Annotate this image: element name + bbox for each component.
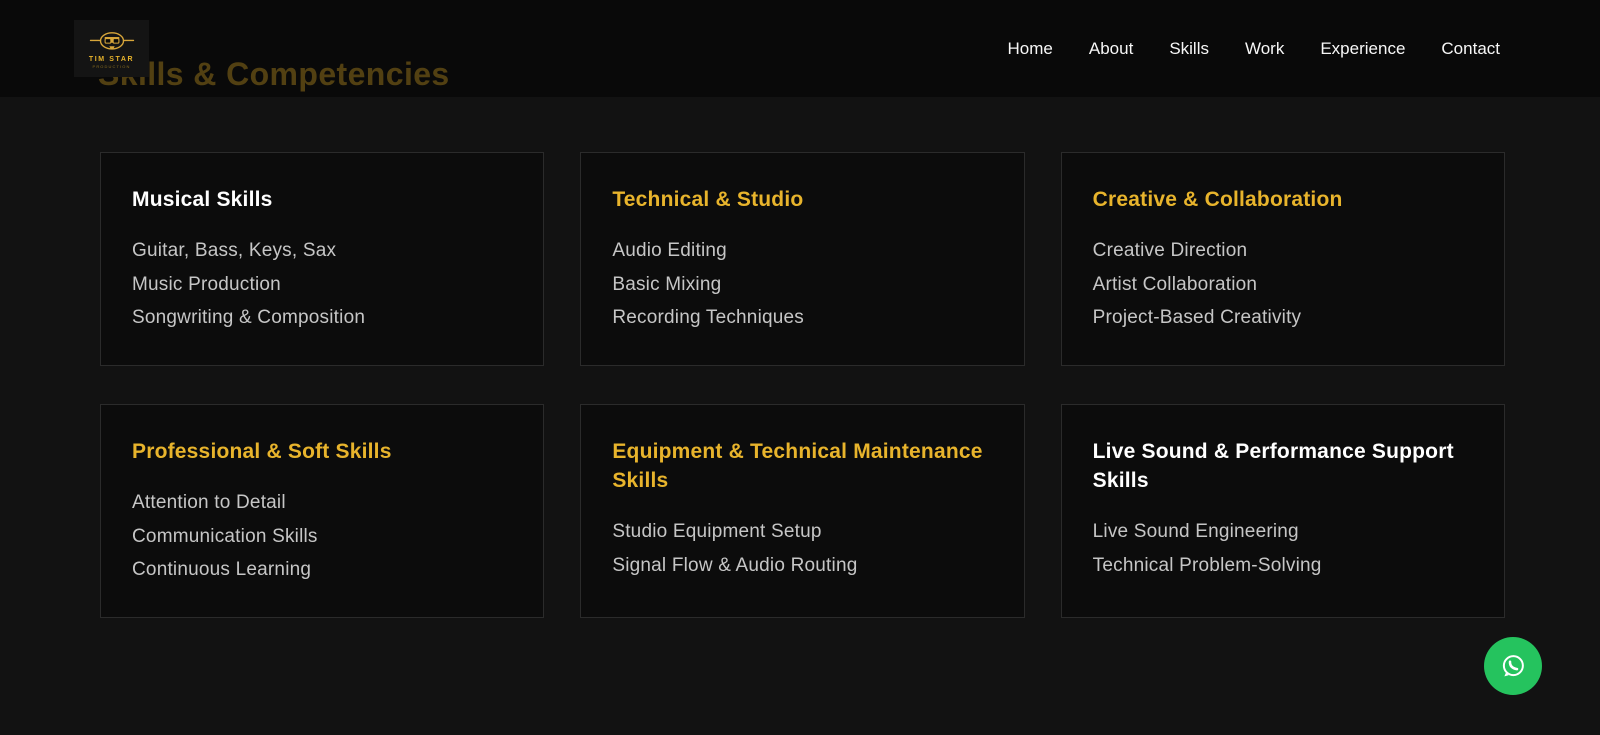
- skill-card: Professional & Soft Skills Attention to D…: [100, 404, 544, 618]
- nav-item-about[interactable]: About: [1089, 39, 1133, 59]
- skill-item: Recording Techniques: [612, 301, 993, 335]
- skill-card: Technical & Studio Audio EditingBasic Mix…: [580, 152, 1024, 366]
- site-header: TIM STAR PRODUCTION Home About Skills Work E…: [0, 0, 1600, 97]
- skill-item: Communication Skills: [132, 520, 513, 554]
- nav-item-home[interactable]: Home: [1008, 39, 1053, 59]
- nav-item-contact[interactable]: Contact: [1441, 39, 1500, 59]
- skill-card-title: Live Sound & Performance Support Skills: [1093, 437, 1474, 495]
- skill-card-title: Technical & Studio: [612, 185, 993, 214]
- skill-card-items: Studio Equipment SetupSignal Flow & Audi…: [612, 515, 993, 582]
- skill-item: Guitar, Bass, Keys, Sax: [132, 234, 513, 268]
- skill-card: Musical Skills Guitar, Bass, Keys, SaxMus…: [100, 152, 544, 366]
- skill-card-items: Guitar, Bass, Keys, SaxMusic ProductionS…: [132, 234, 513, 335]
- skill-item: Songwriting & Composition: [132, 301, 513, 335]
- skill-item: Continuous Learning: [132, 553, 513, 587]
- nav-item-skills[interactable]: Skills: [1169, 39, 1209, 59]
- skill-item: Artist Collaboration: [1093, 268, 1474, 302]
- skills-grid: Musical Skills Guitar, Bass, Keys, SaxMus…: [100, 152, 1505, 618]
- skill-item: Creative Direction: [1093, 234, 1474, 268]
- main-nav: Home About Skills Work Experience Contact: [1008, 39, 1500, 59]
- brand-name: TIM STAR: [89, 56, 134, 63]
- skill-item: Music Production: [132, 268, 513, 302]
- whatsapp-icon: [1498, 651, 1528, 681]
- skill-item: Project-Based Creativity: [1093, 301, 1474, 335]
- skill-card-items: Live Sound EngineeringTechnical Problem-…: [1093, 515, 1474, 582]
- skill-card: Creative & Collaboration Creative Directi…: [1061, 152, 1505, 366]
- nav-item-work[interactable]: Work: [1245, 39, 1284, 59]
- brand-subtitle: PRODUCTION: [93, 64, 131, 69]
- skill-item: Basic Mixing: [612, 268, 993, 302]
- skill-item: Audio Editing: [612, 234, 993, 268]
- whatsapp-button[interactable]: [1484, 637, 1542, 695]
- skill-card-title: Musical Skills: [132, 185, 513, 214]
- skill-card-items: Attention to DetailCommunication SkillsC…: [132, 486, 513, 587]
- skill-card: Equipment & Technical Maintenance Skills…: [580, 404, 1024, 618]
- skill-card: Live Sound & Performance Support Skills L…: [1061, 404, 1505, 618]
- skill-item: Live Sound Engineering: [1093, 515, 1474, 549]
- skill-card-title: Creative & Collaboration: [1093, 185, 1474, 214]
- skill-item: Attention to Detail: [132, 486, 513, 520]
- skill-item: Signal Flow & Audio Routing: [612, 549, 993, 583]
- skill-item: Technical Problem-Solving: [1093, 549, 1474, 583]
- skill-item: Studio Equipment Setup: [612, 515, 993, 549]
- sunglasses-icon: [89, 29, 135, 55]
- skill-card-items: Audio EditingBasic MixingRecording Techn…: [612, 234, 993, 335]
- skill-card-title: Equipment & Technical Maintenance Skills: [612, 437, 993, 495]
- nav-item-experience[interactable]: Experience: [1320, 39, 1405, 59]
- brand-logo[interactable]: TIM STAR PRODUCTION: [74, 20, 149, 77]
- skill-card-title: Professional & Soft Skills: [132, 437, 513, 466]
- skill-card-items: Creative DirectionArtist CollaborationPr…: [1093, 234, 1474, 335]
